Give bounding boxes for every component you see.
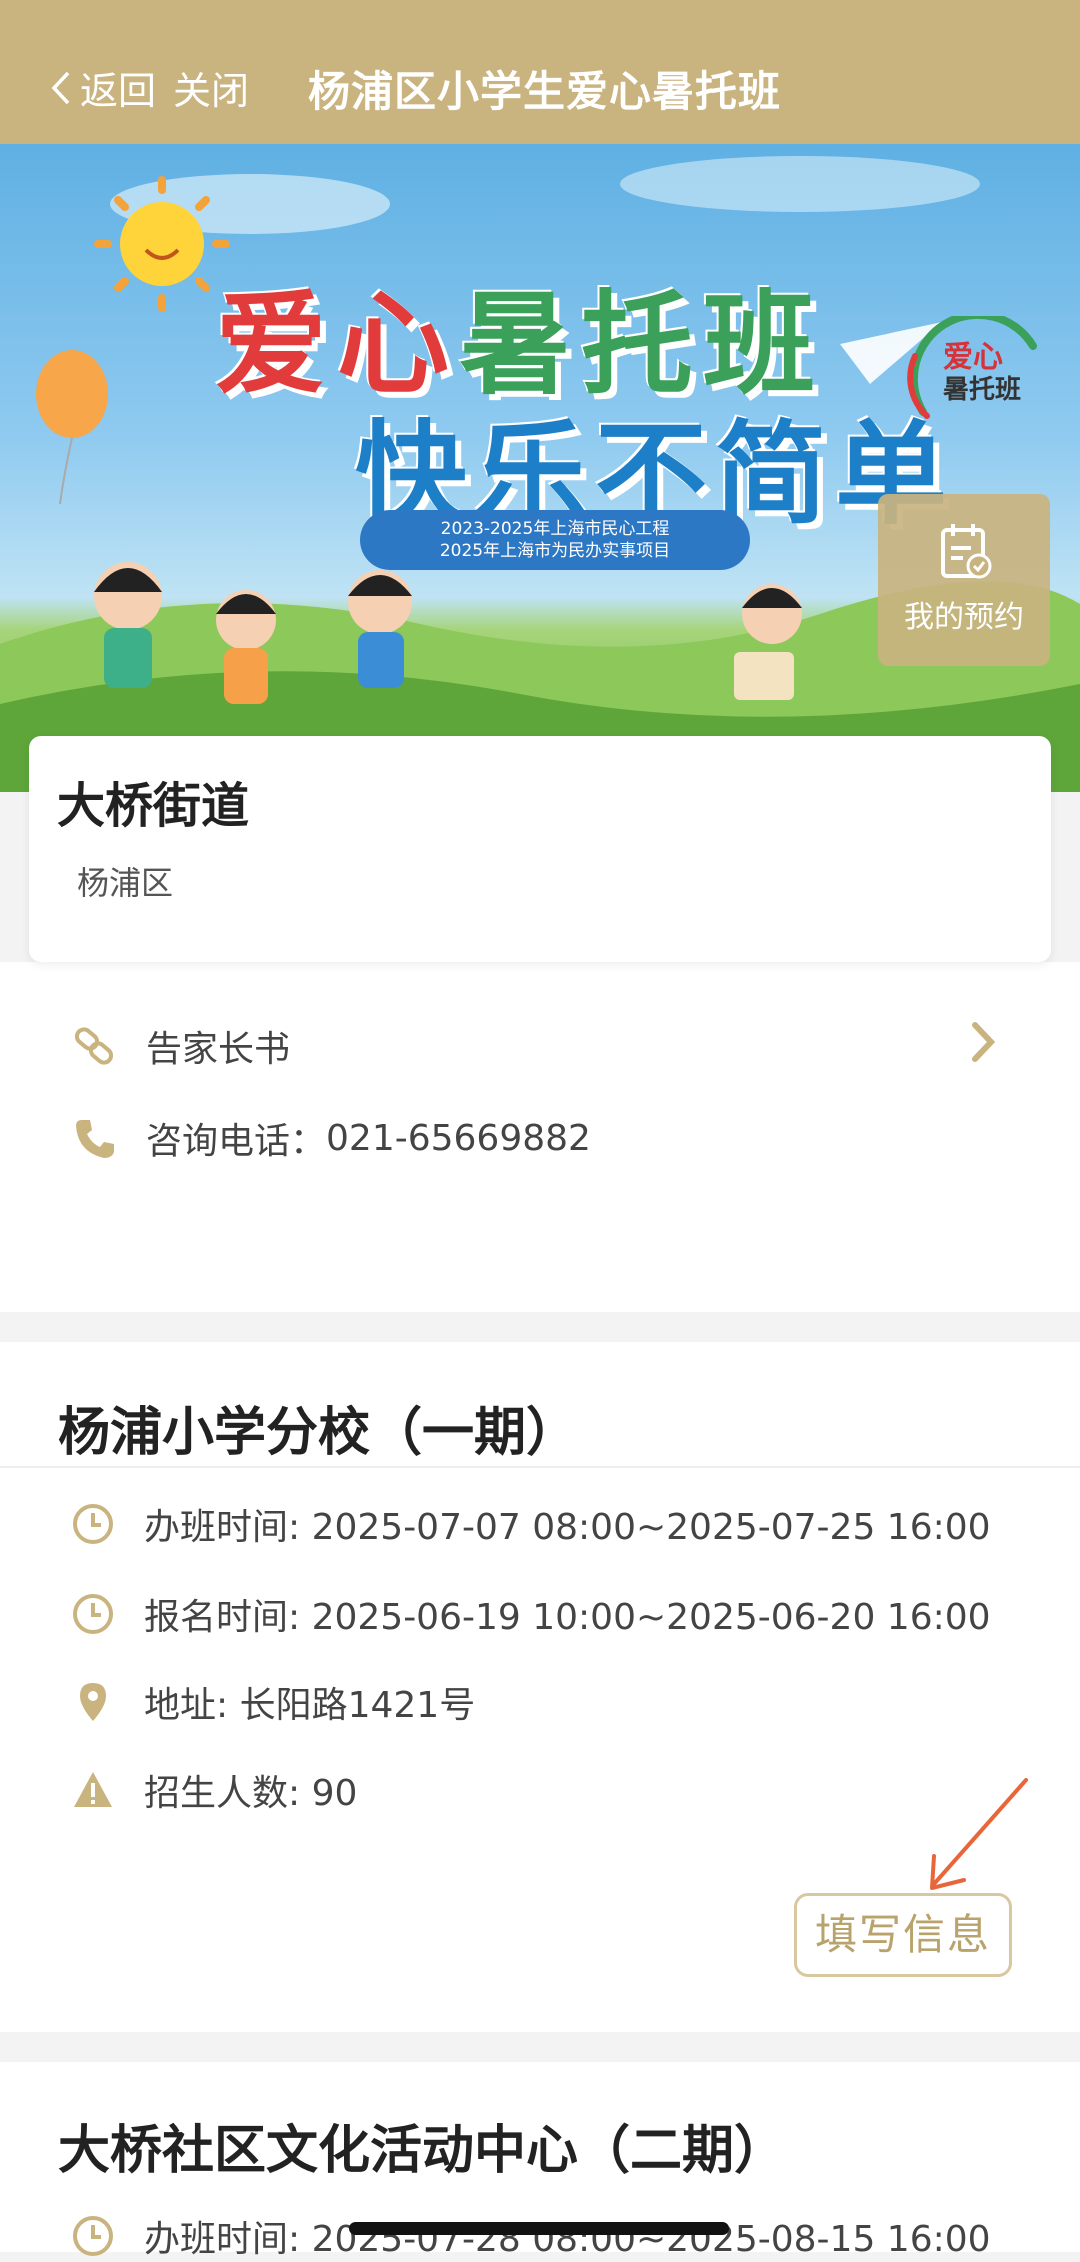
clock-icon xyxy=(73,1504,113,1544)
quota-text: 招生人数: 90 xyxy=(144,1773,358,1814)
class-time-text: 办班时间: 2025-07-07 08:00~2025-07-25 16:00 xyxy=(144,1507,991,1548)
class-time-text: 办班时间: 2025-07-28 08:00~2025-08-15 16:00 xyxy=(144,2219,991,2260)
consult-phone-row[interactable]: 咨询电话： 021-65669882 xyxy=(72,1112,591,1164)
close-button[interactable]: 关闭 xyxy=(173,60,249,115)
calendar-check-icon xyxy=(941,524,992,579)
chevron-right-icon[interactable] xyxy=(970,1020,996,1064)
back-button[interactable]: 返回 xyxy=(50,60,156,115)
phone-icon xyxy=(76,1120,114,1158)
home-indicator[interactable] xyxy=(349,2222,729,2235)
clock-icon xyxy=(73,1594,113,1634)
banner-image: 爱心暑托班 快乐不简单 2023-2025年上海市民心工程 2025年上海市为民… xyxy=(0,144,1080,792)
address-text: 地址: 长阳路1421号 xyxy=(144,1685,476,1726)
back-label: 返回 xyxy=(80,69,157,113)
class-time-row: 办班时间: 2025-07-07 08:00~2025-07-25 16:00 xyxy=(72,1498,991,1550)
divider xyxy=(0,1466,1080,1468)
quota-row: 招生人数: 90 xyxy=(72,1764,357,1816)
page-title: 杨浦区小学生爱心暑托班 xyxy=(308,67,782,116)
parent-letter-link[interactable]: 告家长书 xyxy=(72,1020,290,1072)
class-time-row: 办班时间: 2025-07-28 08:00~2025-08-15 16:00 xyxy=(72,2210,991,2262)
chevron-left-icon xyxy=(51,71,70,104)
signup-time-text: 报名时间: 2025-06-19 10:00~2025-06-20 16:00 xyxy=(144,1597,991,1638)
street-name: 大桥街道 xyxy=(57,778,250,834)
district-name: 杨浦区 xyxy=(77,864,174,902)
my-reservation-button[interactable]: 我的预约 xyxy=(878,494,1050,666)
class-title: 大桥社区文化活动中心（二期） xyxy=(58,2121,787,2181)
fill-info-button[interactable]: 填写信息 xyxy=(794,1893,1012,1977)
top-bar: 返回 关闭 杨浦区小学生爱心暑托班 xyxy=(0,0,1080,144)
phone-number: 021-65669882 xyxy=(326,1117,591,1159)
location-pin-icon xyxy=(80,1683,106,1721)
street-info-card: 大桥街道 杨浦区 xyxy=(29,736,1051,962)
phone-label: 咨询电话： xyxy=(146,1121,327,1162)
signup-time-row: 报名时间: 2025-06-19 10:00~2025-06-20 16:00 xyxy=(72,1588,991,1640)
banner-ribbon: 2023-2025年上海市民心工程 2025年上海市为民办实事项目 xyxy=(360,510,750,570)
annotation-arrow-icon xyxy=(930,1778,1028,1890)
clock-icon xyxy=(73,2216,113,2256)
logo-text: 爱心 暑托班 xyxy=(943,340,1022,406)
link-icon xyxy=(74,1027,114,1065)
my-reservation-label: 我的预约 xyxy=(904,600,1024,635)
class-title: 杨浦小学分校（一期） xyxy=(58,1403,579,1463)
warning-icon xyxy=(74,1772,112,1807)
parent-letter-label: 告家长书 xyxy=(146,1029,291,1070)
address-row: 地址: 长阳路1421号 xyxy=(72,1676,475,1728)
